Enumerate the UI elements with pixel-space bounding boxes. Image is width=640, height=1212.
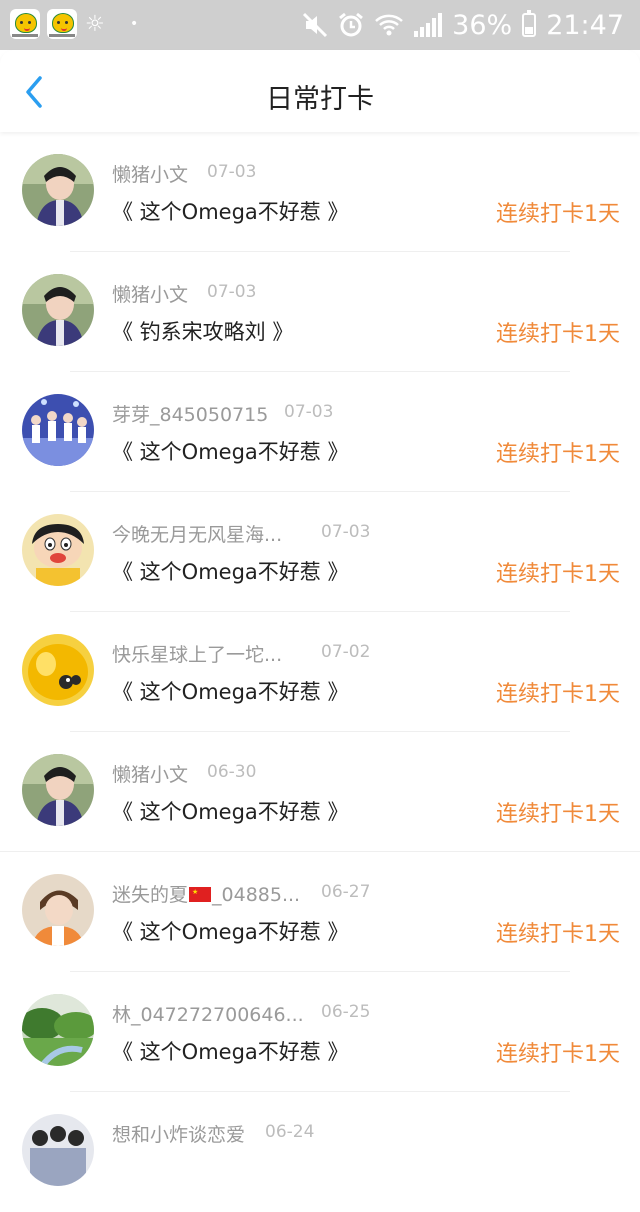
checkin-date: 07-03 — [207, 282, 257, 302]
streak-label: 连续打卡1天 — [496, 562, 620, 587]
user-name: 想和小炸谈恋爱 — [112, 1124, 246, 1146]
book-title[interactable]: 《 这个Omega不好惹 》 — [112, 676, 348, 706]
user-name: 今晚无月无风星海... — [112, 524, 283, 546]
book-title[interactable]: 《 钓系宋攻略刘 》 — [112, 316, 293, 346]
user-name: 林_047272700646... — [112, 1004, 304, 1026]
battery-percent: 36% — [452, 9, 513, 41]
avatar[interactable] — [22, 394, 94, 466]
streak-label: 连续打卡1天 — [496, 322, 620, 347]
checkin-date: 06-24 — [265, 1122, 315, 1142]
streak-label: 连续打卡1天 — [496, 922, 620, 947]
avatar[interactable] — [22, 634, 94, 706]
avatar[interactable] — [22, 1114, 94, 1186]
nav-header: 日常打卡 — [0, 50, 640, 132]
list-item[interactable]: 懒猪小文 07-03 《 钓系宋攻略刘 》 连续打卡1天 — [0, 252, 640, 372]
streak-label: 连续打卡1天 — [496, 682, 620, 707]
page-title: 日常打卡 — [266, 84, 374, 115]
signal-icon — [414, 13, 443, 37]
list-item[interactable]: 懒猪小文 06-30 《 这个Omega不好惹 》 连续打卡1天 — [0, 732, 640, 852]
list-item[interactable]: 快乐星球上了一坨... 07-02 《 这个Omega不好惹 》 连续打卡1天 — [0, 612, 640, 732]
book-title[interactable]: 《 这个Omega不好惹 》 — [112, 1036, 348, 1066]
app-notification-icon — [10, 9, 40, 39]
streak-label: 连续打卡1天 — [496, 442, 620, 467]
list-item[interactable]: 想和小炸谈恋爱 06-24 — [0, 1092, 640, 1212]
checkin-date: 06-30 — [207, 762, 257, 782]
user-name: 懒猪小文 — [112, 164, 189, 186]
dot-icon: • — [130, 16, 139, 32]
book-title[interactable]: 《 这个Omega不好惹 》 — [112, 196, 348, 226]
book-title[interactable]: 《 这个Omega不好惹 》 — [112, 796, 348, 826]
user-name: 懒猪小文 — [112, 284, 189, 306]
avatar[interactable] — [22, 274, 94, 346]
book-title[interactable]: 《 这个Omega不好惹 》 — [112, 916, 348, 946]
status-bar: ☼ • 36% 21:47 — [0, 0, 640, 50]
mute-icon — [302, 12, 328, 38]
list-item[interactable]: 林_047272700646... 06-25 《 这个Omega不好惹 》 连… — [0, 972, 640, 1092]
checkin-date: 06-25 — [321, 1002, 371, 1022]
app-notification-icon — [47, 9, 77, 39]
checkin-date: 07-03 — [321, 522, 371, 542]
clock-time: 21:47 — [546, 9, 624, 41]
user-name: 芽芽_845050715 — [112, 404, 269, 426]
checkin-date: 06-27 — [321, 882, 371, 902]
battery-icon — [522, 10, 537, 37]
avatar[interactable] — [22, 154, 94, 226]
streak-label: 连续打卡1天 — [496, 802, 620, 827]
avatar[interactable] — [22, 754, 94, 826]
user-name: 快乐星球上了一坨... — [112, 644, 283, 666]
china-flag-icon — [189, 887, 212, 902]
avatar[interactable] — [22, 994, 94, 1066]
user-name: 迷失的夏_04885... — [112, 880, 300, 907]
list-item[interactable]: 懒猪小文 07-03 《 这个Omega不好惹 》 连续打卡1天 — [0, 132, 640, 252]
avatar[interactable] — [22, 874, 94, 946]
list-item[interactable]: 芽芽_845050715 07-03 《 这个Omega不好惹 》 连续打卡1天 — [0, 372, 640, 492]
list-item[interactable]: 今晚无月无风星海... 07-03 《 这个Omega不好惹 》 连续打卡1天 — [0, 492, 640, 612]
user-name: 懒猪小文 — [112, 764, 189, 786]
book-title[interactable]: 《 这个Omega不好惹 》 — [112, 436, 348, 466]
avatar[interactable] — [22, 514, 94, 586]
wifi-icon — [374, 12, 404, 38]
streak-label: 连续打卡1天 — [496, 202, 620, 227]
weather-icon: ☼ — [85, 12, 105, 37]
alarm-icon — [338, 12, 364, 38]
checkin-date: 07-03 — [284, 402, 334, 422]
book-title[interactable]: 《 这个Omega不好惹 》 — [112, 556, 348, 586]
streak-label: 连续打卡1天 — [496, 1042, 620, 1067]
list-item[interactable]: 迷失的夏_04885... 06-27 《 这个Omega不好惹 》 连续打卡1… — [0, 852, 640, 972]
checkin-date: 07-02 — [321, 642, 371, 662]
checkin-date: 07-03 — [207, 162, 257, 182]
checkin-list[interactable]: 懒猪小文 07-03 《 这个Omega不好惹 》 连续打卡1天 懒猪小文 07… — [0, 132, 640, 1212]
